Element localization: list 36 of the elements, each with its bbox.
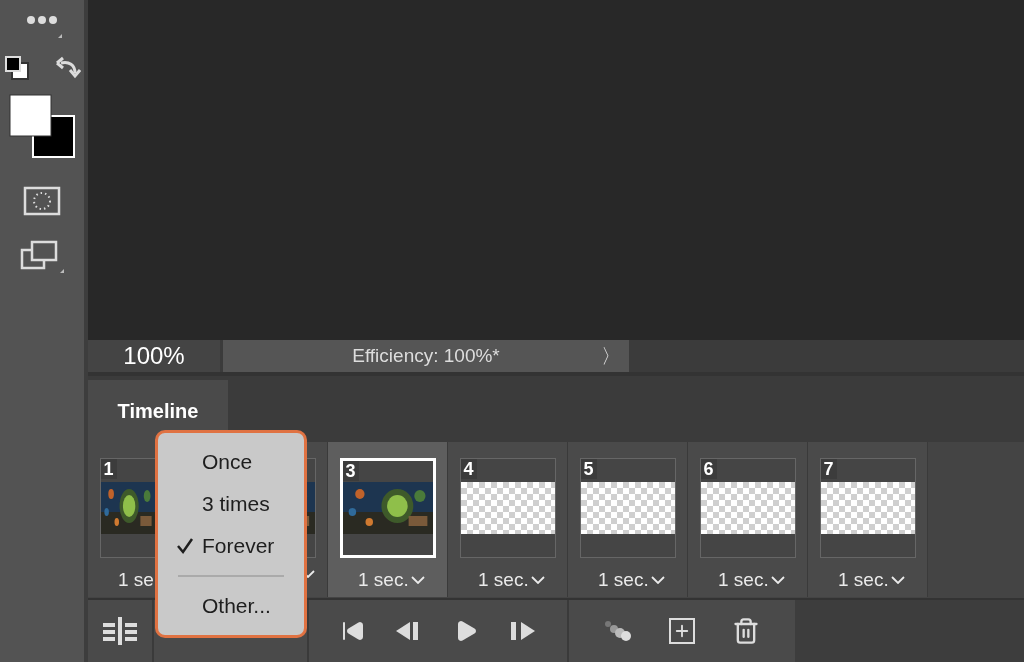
frame-cell[interactable]: 4 1 sec. [448,442,568,597]
zoom-level[interactable]: 100% [88,340,220,372]
frame-delay-dropdown[interactable]: 1 sec. [448,570,545,589]
timeline-tab[interactable]: Timeline [88,380,228,442]
chevron-down-icon [650,575,665,584]
frame-delay-dropdown[interactable]: 1 sec. [568,570,665,589]
first-frame-icon[interactable] [340,619,365,643]
status-menu-arrow[interactable]: 〉 [601,341,621,371]
frame-delay-dropdown[interactable]: 1 sec. [328,570,425,589]
frame-delay-dropdown[interactable]: 1 se [88,570,154,589]
screen-mode-icon[interactable] [20,240,64,274]
tween-icon[interactable] [603,620,632,642]
frame-delay-dropdown[interactable]: 1 sec. [808,570,905,589]
frame-number: 4 [460,459,477,479]
frame-cell[interactable]: 6 1 sec. [688,442,808,597]
frame-cell[interactable]: 3 1 sec. [328,442,448,597]
frame-number: 1 [100,459,117,479]
layers-icon[interactable] [103,617,137,645]
default-colors-icon[interactable] [3,54,31,82]
next-frame-icon[interactable] [509,621,536,641]
chevron-down-icon [410,575,425,584]
frame-cell[interactable]: 5 1 sec. [568,442,688,597]
quick-mask-icon[interactable] [23,186,61,216]
frame-number: 3 [342,461,359,481]
swap-colors-icon[interactable] [55,55,81,81]
chevron-down-icon [770,575,785,584]
frame-number: 6 [700,459,717,479]
status-info: Efficiency: 100%* [352,343,500,368]
frame-delay-dropdown[interactable]: 1 sec. [688,570,785,589]
frame-number: 7 [820,459,837,479]
chevron-down-icon [890,575,905,584]
new-frame-icon[interactable] [669,618,695,644]
chevron-down-icon [530,575,545,584]
frame-cell[interactable]: 7 1 sec. [808,442,928,597]
frame-number: 5 [580,459,597,479]
color-swatches-icon[interactable] [9,94,75,158]
